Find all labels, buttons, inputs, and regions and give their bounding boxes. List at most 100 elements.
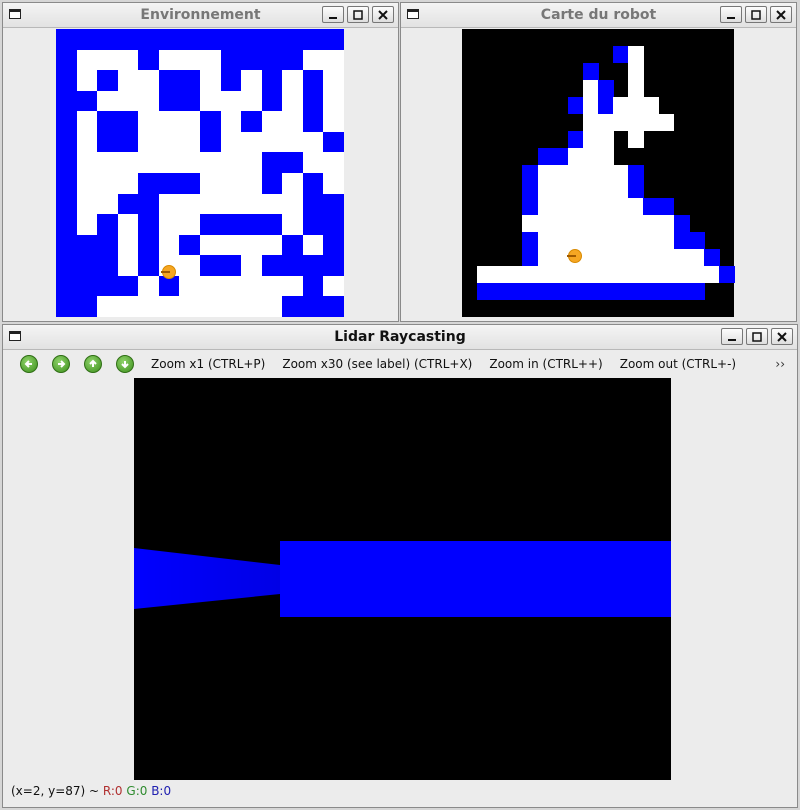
pan-up-button[interactable]: [84, 355, 102, 373]
free-cell: [220, 193, 242, 215]
free-cell: [117, 296, 139, 318]
robot-map-titlebar[interactable]: Carte du robot: [401, 3, 796, 28]
wall-cell: [56, 234, 77, 256]
minimize-button[interactable]: [721, 328, 743, 345]
free-cell: [598, 113, 614, 131]
free-cell: [138, 70, 160, 92]
wall-cell: [179, 173, 201, 194]
lidar-canvas[interactable]: [134, 378, 671, 780]
wall-cell: [56, 131, 77, 153]
free-cell: [567, 232, 584, 250]
zoom-out-button[interactable]: Zoom out (CTRL+-): [620, 357, 736, 371]
free-cell: [598, 249, 614, 267]
free-cell: [628, 113, 645, 131]
free-cell: [179, 255, 201, 277]
maximize-button[interactable]: [347, 6, 369, 23]
wall-cell: [56, 255, 77, 277]
maximize-button[interactable]: [745, 6, 767, 23]
free-cell: [179, 275, 201, 297]
free-cell: [282, 214, 304, 236]
pan-right-button[interactable]: [52, 355, 70, 373]
zoom-x30-button[interactable]: Zoom x30 (see label) (CTRL+X): [282, 357, 472, 371]
wall-cell: [97, 234, 119, 256]
free-cell: [97, 152, 119, 174]
arrow-down-icon: [121, 361, 129, 369]
wall-cell: [282, 49, 304, 71]
wall-cell: [582, 62, 599, 80]
free-cell: [613, 266, 630, 284]
wall-cell: [673, 215, 690, 233]
free-cell: [302, 49, 324, 71]
wall-cell: [302, 29, 324, 50]
wall-cell: [688, 232, 705, 250]
close-button[interactable]: [770, 6, 792, 23]
wall-cell: [158, 70, 180, 92]
free-cell: [179, 111, 201, 133]
minimize-icon: [727, 16, 735, 19]
free-cell: [658, 249, 675, 267]
free-cell: [552, 266, 569, 284]
wall-cell: [220, 214, 242, 236]
free-cell: [220, 111, 242, 133]
pan-down-button[interactable]: [116, 355, 134, 373]
close-button[interactable]: [372, 6, 394, 23]
wall-cell: [323, 296, 345, 318]
wall-cell: [56, 296, 77, 318]
free-cell: [261, 296, 283, 318]
environment-titlebar[interactable]: Environnement: [3, 3, 398, 28]
free-cell: [628, 130, 645, 148]
environment-window: Environnement: [2, 2, 399, 322]
lidar-toolbar: Zoom x1 (CTRL+P) Zoom x30 (see label) (C…: [3, 351, 797, 377]
close-button[interactable]: [771, 328, 793, 345]
lidar-wall-far: [280, 541, 671, 617]
maximize-button[interactable]: [746, 328, 768, 345]
wall-cell: [598, 283, 614, 301]
free-cell: [582, 96, 599, 114]
wall-cell: [567, 130, 584, 148]
free-cell: [658, 232, 675, 250]
free-cell: [688, 249, 705, 267]
wall-cell: [220, 49, 242, 71]
free-cell: [598, 164, 614, 182]
wall-cell: [567, 96, 584, 114]
toolbar-overflow-button[interactable]: ››: [775, 357, 785, 371]
pan-left-button[interactable]: [20, 355, 38, 373]
free-cell: [200, 193, 221, 215]
free-cell: [703, 266, 720, 284]
free-cell: [628, 249, 645, 267]
free-cell: [567, 181, 584, 199]
wall-cell: [282, 29, 304, 50]
wall-cell: [56, 214, 77, 236]
free-cell: [179, 296, 201, 318]
wall-cell: [56, 70, 77, 92]
wall-cell: [179, 70, 201, 92]
free-cell: [138, 111, 160, 133]
lidar-titlebar[interactable]: Lidar Raycasting: [3, 325, 797, 350]
wall-cell: [138, 234, 160, 256]
minimize-button[interactable]: [720, 6, 742, 23]
free-cell: [537, 164, 554, 182]
wall-cell: [56, 49, 77, 71]
free-cell: [241, 152, 263, 174]
free-cell: [282, 70, 304, 92]
wall-cell: [241, 214, 263, 236]
wall-cell: [241, 29, 263, 50]
free-cell: [179, 214, 201, 236]
cursor-coordinates: (x=2, y=87) ~: [11, 784, 100, 798]
free-cell: [220, 90, 242, 112]
free-cell: [323, 49, 345, 71]
wall-cell: [179, 29, 201, 50]
zoom-x1-button[interactable]: Zoom x1 (CTRL+P): [151, 357, 265, 371]
free-cell: [179, 193, 201, 215]
free-cell: [643, 232, 660, 250]
free-cell: [537, 232, 554, 250]
wall-cell: [97, 111, 119, 133]
free-cell: [220, 275, 242, 297]
free-cell: [522, 266, 539, 284]
free-cell: [117, 255, 139, 277]
wall-cell: [302, 275, 324, 297]
free-cell: [567, 164, 584, 182]
minimize-button[interactable]: [322, 6, 344, 23]
zoom-in-button[interactable]: Zoom in (CTRL++): [489, 357, 602, 371]
free-cell: [241, 70, 263, 92]
